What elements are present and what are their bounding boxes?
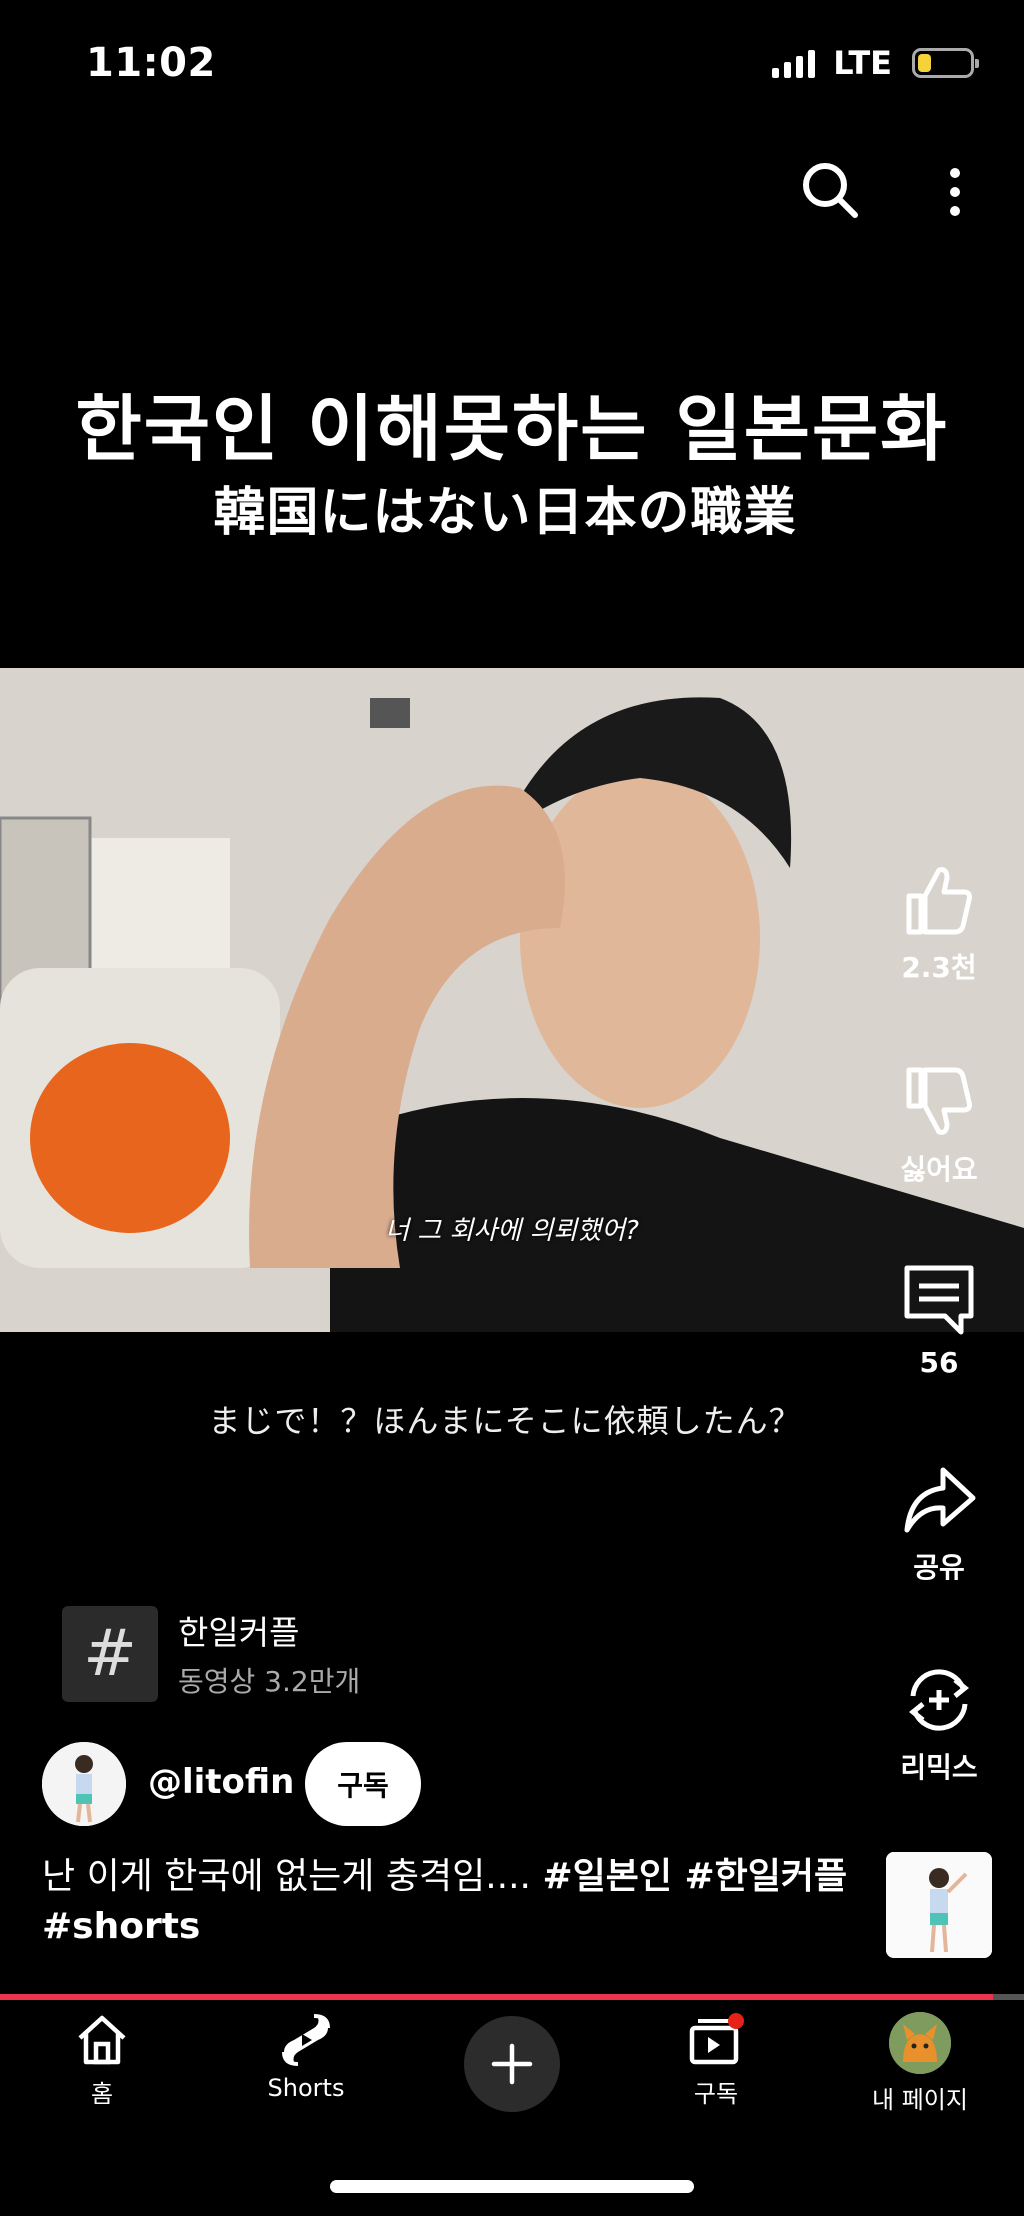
- create-button[interactable]: [464, 2016, 560, 2112]
- nav-subscriptions[interactable]: 구독: [646, 2012, 786, 2109]
- hashtag-title[interactable]: 한일커플: [178, 1606, 299, 1654]
- video-description[interactable]: 난 이게 한국에 없는게 충격임.... #일본인 #한일커플 #shorts: [42, 1852, 852, 1952]
- status-time: 11:02: [86, 40, 216, 86]
- subscribe-button[interactable]: 구독: [305, 1742, 421, 1826]
- comment-button[interactable]: 56: [874, 1262, 1004, 1379]
- signal-icon: [772, 48, 816, 78]
- hashtag-video-count: 동영상 3.2만개: [178, 1665, 361, 1698]
- notification-dot: [728, 2013, 744, 2029]
- dislike-button[interactable]: 싫어요: [874, 1064, 1004, 1188]
- channel-handle[interactable]: @litofin: [148, 1762, 294, 1802]
- nav-profile-label: 내 페이지: [872, 2086, 968, 2114]
- network-type: LTE: [833, 44, 892, 82]
- home-icon: [78, 2015, 126, 2065]
- thumb-up-icon: [906, 867, 972, 935]
- profile-avatar: [889, 2012, 951, 2074]
- comment-count: 56: [919, 1346, 959, 1379]
- playback-progress-bar[interactable]: [0, 1994, 1024, 2000]
- nav-home-label: 홈: [90, 2080, 114, 2108]
- comment-icon: [904, 1265, 974, 1335]
- share-button[interactable]: 공유: [874, 1462, 1004, 1586]
- status-icons: LTE: [772, 44, 979, 82]
- nav-home[interactable]: 홈: [32, 2012, 172, 2109]
- nav-shorts-label: Shorts: [267, 2074, 345, 2102]
- subscriptions-icon: [689, 2013, 744, 2065]
- nav-subscriptions-label: 구독: [693, 2080, 739, 2108]
- share-label: 공유: [913, 1551, 965, 1584]
- search-icon[interactable]: [800, 160, 860, 220]
- thumb-down-icon: [906, 1067, 972, 1135]
- nav-shorts[interactable]: Shorts: [236, 2012, 376, 2102]
- remix-source-thumbnail[interactable]: [886, 1852, 992, 1958]
- battery-icon: [912, 48, 979, 78]
- channel-avatar[interactable]: [42, 1742, 126, 1826]
- video-title-korean: 한국인 이해못하는 일본문화: [75, 387, 949, 471]
- hashtag-icon[interactable]: #: [62, 1606, 158, 1702]
- description-text: 난 이게 한국에 없는게 충격임....: [42, 1856, 543, 1897]
- more-vertical-icon[interactable]: [940, 165, 970, 220]
- like-button[interactable]: 2.3천: [874, 862, 1004, 986]
- remix-label: 리믹스: [900, 1751, 978, 1784]
- plus-icon: [491, 2043, 533, 2085]
- caption-japanese: まじで！？ほんまにそこに依頼したん？: [208, 1402, 802, 1440]
- nav-profile[interactable]: 내 페이지: [850, 2012, 990, 2115]
- remix-button[interactable]: 리믹스: [874, 1662, 1004, 1786]
- playback-progress-fill: [0, 1994, 994, 2000]
- dislike-label: 싫어요: [900, 1153, 978, 1186]
- video-title-japanese: 韓国にはない日本の職業: [213, 483, 797, 543]
- shorts-icon: [282, 2014, 330, 2066]
- share-icon: [904, 1467, 976, 1533]
- home-indicator[interactable]: [330, 2180, 694, 2193]
- like-count: 2.3천: [901, 951, 977, 984]
- video-subtitle: 너 그 회사에 의뢰했어?: [385, 1216, 639, 1246]
- remix-icon: [908, 1669, 970, 1731]
